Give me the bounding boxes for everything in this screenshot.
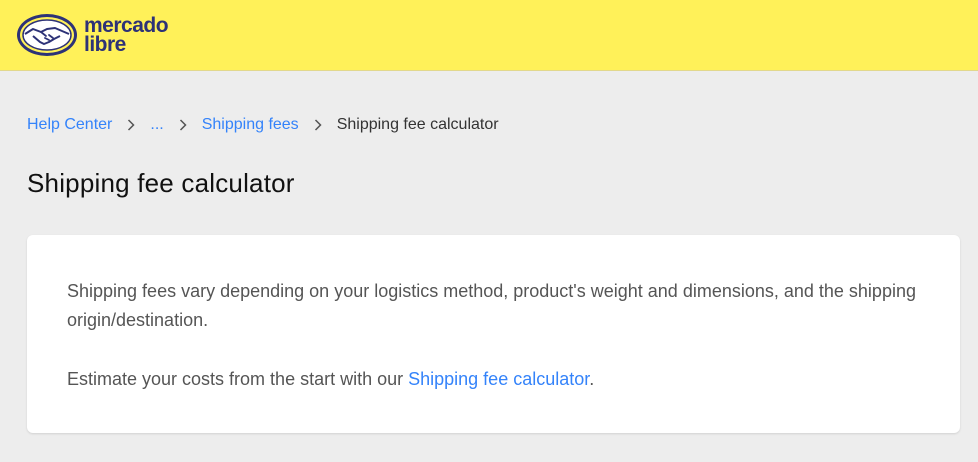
handshake-icon (17, 14, 77, 56)
breadcrumb-help-center[interactable]: Help Center (27, 116, 112, 134)
chevron-right-icon (112, 116, 150, 134)
estimate-suffix: . (589, 369, 595, 389)
logo-wordmark: mercado libre (84, 15, 169, 56)
chevron-right-icon (299, 116, 337, 134)
logo-line-2: libre (84, 33, 126, 56)
site-header: mercado libre (0, 0, 978, 71)
content-card: Shipping fees vary depending on your log… (27, 235, 960, 433)
breadcrumb: Help Center ... Shipping fees Shipping f… (27, 114, 499, 136)
page-title: Shipping fee calculator (27, 168, 295, 198)
mercado-libre-logo[interactable]: mercado libre (16, 12, 169, 58)
chevron-right-icon (164, 116, 202, 134)
breadcrumb-ellipsis[interactable]: ... (150, 116, 163, 134)
breadcrumb-shipping-fees[interactable]: Shipping fees (202, 116, 299, 134)
shipping-fee-calculator-link[interactable]: Shipping fee calculator (408, 369, 589, 389)
intro-paragraph: Shipping fees vary depending on your log… (67, 281, 916, 330)
estimate-paragraph: Estimate your costs from the start with … (67, 365, 920, 394)
estimate-text: Estimate your costs from the start with … (67, 369, 409, 389)
breadcrumb-current: Shipping fee calculator (336, 116, 499, 133)
